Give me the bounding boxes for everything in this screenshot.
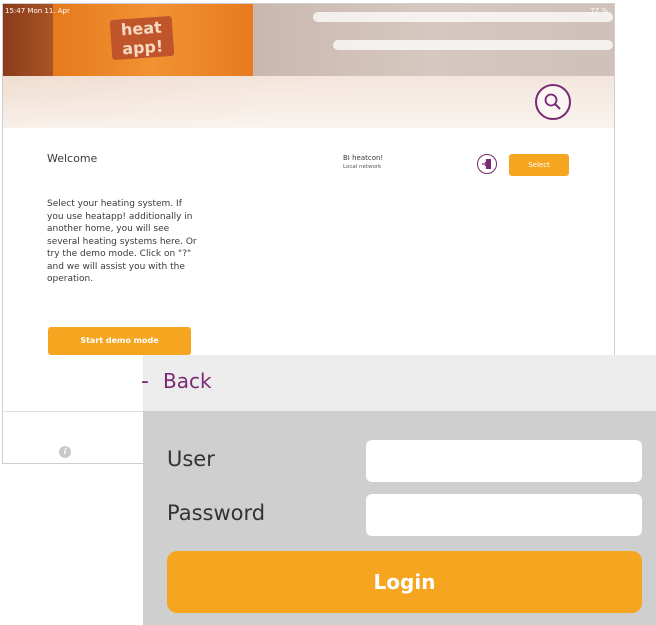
info-icon[interactable]: i (59, 446, 71, 458)
user-input[interactable] (366, 440, 642, 482)
back-button[interactable]: Back (163, 369, 212, 393)
search-button[interactable] (535, 84, 571, 120)
welcome-description: Select your heating system. If you use h… (47, 199, 197, 284)
back-chevron-icon[interactable]: - (141, 369, 149, 394)
back-bar: - Back (141, 355, 656, 411)
welcome-title: Welcome (47, 152, 98, 165)
password-input[interactable] (366, 494, 642, 536)
door-login-icon (482, 159, 491, 169)
system-network: Local network (343, 164, 382, 170)
hero-image: heat app! 15:47 Mon 11. Apr 77 % (3, 4, 614, 128)
radiator-pipe (313, 12, 613, 22)
login-panel: - Back User Password Login (141, 355, 656, 625)
start-demo-button[interactable]: Start demo mode (48, 327, 191, 355)
radiator-pipe (333, 40, 613, 50)
system-name: BI heatcon! (343, 154, 384, 162)
battery-indicator: 77 % (590, 7, 608, 15)
hero-fade (3, 76, 614, 128)
heatapp-logo: heat app! (109, 15, 175, 61)
select-button[interactable]: Select (509, 154, 569, 176)
password-label: Password (167, 501, 266, 525)
login-button[interactable]: Login (167, 551, 642, 613)
user-label: User (167, 447, 215, 471)
system-login-button[interactable] (477, 154, 497, 174)
search-icon (544, 93, 561, 110)
status-time: 15:47 Mon 11. Apr (5, 7, 70, 15)
